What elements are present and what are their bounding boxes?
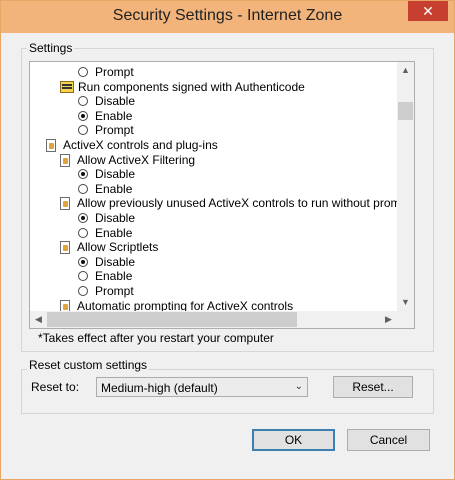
radio-unchecked-icon[interactable] <box>78 183 88 194</box>
restart-note: *Takes effect after you restart your com… <box>38 331 274 345</box>
window-title: Security Settings - Internet Zone <box>112 7 343 24</box>
setting-page-icon <box>60 153 70 167</box>
radio-checked-icon[interactable] <box>78 256 88 267</box>
setting-label: Prompt <box>95 284 134 298</box>
setting-label: Disable <box>95 254 136 269</box>
radio-checked-icon[interactable] <box>78 213 88 223</box>
reset-group-label: Reset custom settings <box>27 358 150 372</box>
reset-button-label: Reset... <box>352 380 394 394</box>
title-bar[interactable]: Security Settings - Internet Zone ✕ <box>1 1 454 33</box>
cancel-button[interactable]: Cancel <box>347 429 430 451</box>
settings-list[interactable]: Prompt Run components signed with Authent… <box>29 61 415 329</box>
radio-unchecked-icon[interactable] <box>78 96 88 107</box>
radio-checked-icon[interactable] <box>78 110 88 121</box>
setting-page-icon <box>60 241 70 255</box>
setting-label: Enable <box>95 181 133 196</box>
scroll-down-icon[interactable]: ▼ <box>397 294 414 311</box>
reset-level-dropdown[interactable]: Medium-high (default) ⌄ <box>96 377 308 397</box>
settings-group-label: Settings <box>27 41 75 55</box>
setting-label: Prompt <box>95 65 134 79</box>
close-button[interactable]: ✕ <box>408 1 448 21</box>
reset-to-label: Reset to: <box>31 380 80 394</box>
setting-label: Enable <box>95 269 133 284</box>
setting-label: ActiveX controls and plug-ins <box>63 138 218 152</box>
vertical-scroll-thumb[interactable] <box>398 102 413 120</box>
certificate-icon <box>60 80 74 93</box>
vertical-scrollbar[interactable]: ▲ ▼ <box>397 62 414 311</box>
scroll-left-icon[interactable]: ◀ <box>30 311 47 328</box>
reset-button[interactable]: Reset... <box>333 376 413 398</box>
scroll-up-icon[interactable]: ▲ <box>397 62 414 79</box>
ok-button[interactable]: OK <box>252 429 335 451</box>
cancel-button-label: Cancel <box>369 433 408 447</box>
setting-label: Run components signed with Authenticode <box>78 79 305 94</box>
horizontal-scroll-thumb[interactable] <box>47 312 297 327</box>
setting-label: Allow previously unused ActiveX controls… <box>77 196 408 211</box>
radio-unchecked-icon[interactable] <box>78 271 88 282</box>
setting-label: Disable <box>95 167 136 182</box>
setting-label: Prompt <box>95 123 134 138</box>
setting-label: Enable <box>95 108 133 123</box>
setting-page-icon <box>46 139 56 152</box>
radio-unchecked-icon[interactable] <box>78 227 88 238</box>
chevron-down-icon: ⌄ <box>294 381 303 392</box>
radio-unchecked-icon[interactable] <box>78 125 88 136</box>
setting-page-icon <box>60 197 70 211</box>
setting-label: Allow ActiveX Filtering <box>77 152 196 167</box>
setting-label: Disable <box>95 211 136 225</box>
setting-label: Disable <box>95 94 136 109</box>
horizontal-scrollbar[interactable]: ◀ ▶ <box>30 311 397 328</box>
radio-checked-icon[interactable] <box>78 169 88 180</box>
setting-label: Allow Scriptlets <box>77 240 159 255</box>
reset-level-value: Medium-high (default) <box>101 381 218 395</box>
close-icon: ✕ <box>422 3 434 19</box>
scroll-corner <box>397 311 414 328</box>
ok-button-label: OK <box>284 433 303 447</box>
setting-label: Enable <box>95 225 133 240</box>
radio-unchecked-icon[interactable] <box>78 286 88 296</box>
radio-unchecked-icon[interactable] <box>78 67 88 77</box>
scroll-right-icon[interactable]: ▶ <box>380 311 397 328</box>
